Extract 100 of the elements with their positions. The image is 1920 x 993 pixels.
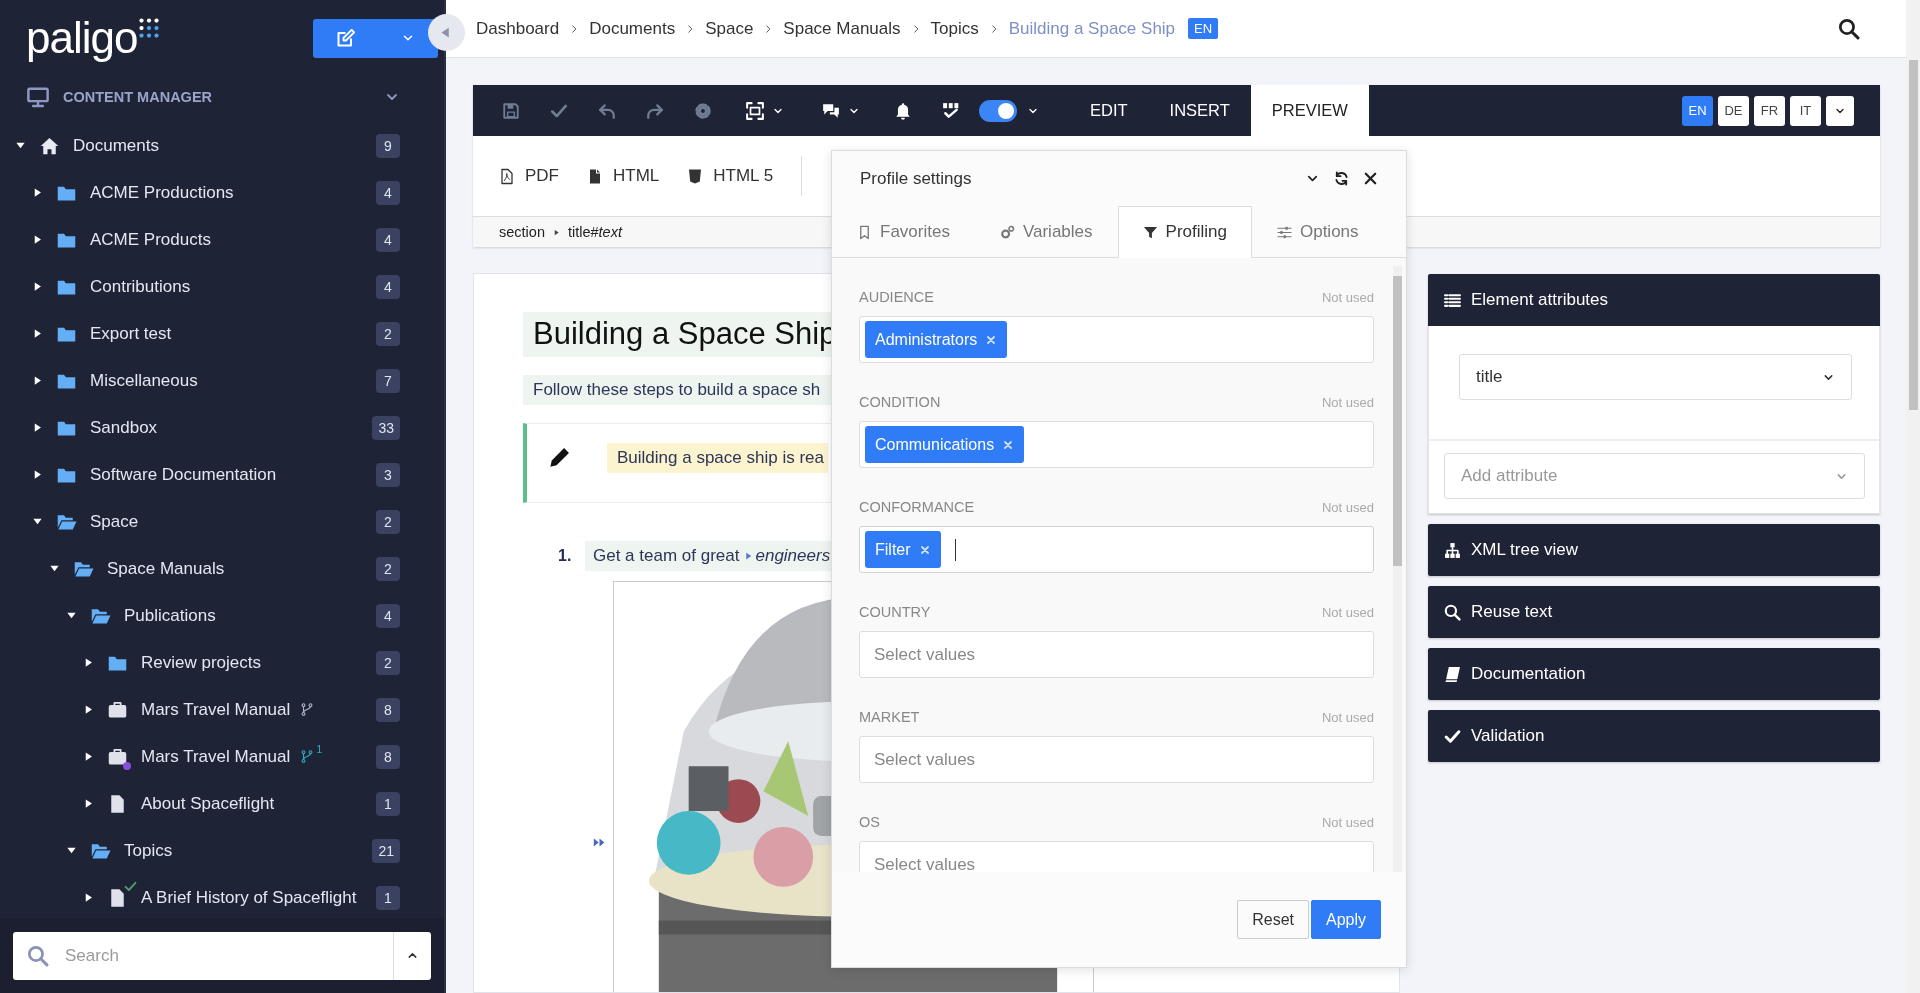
element-path-item[interactable]: title#text — [567, 224, 622, 240]
output-button[interactable]: HTML 5 — [687, 166, 774, 186]
bookmark-icon — [857, 224, 872, 240]
toggle-arrow-icon[interactable] — [66, 610, 77, 621]
count-badge: 2 — [376, 321, 400, 346]
language-button[interactable]: FR — [1754, 95, 1785, 126]
search-field[interactable]: Search — [13, 931, 393, 980]
tree-item[interactable]: Documents — [73, 135, 159, 156]
toggle-arrow-icon[interactable] — [32, 281, 43, 292]
toggle-arrow-icon[interactable] — [32, 516, 43, 527]
bell-icon — [894, 101, 912, 120]
toggle-arrow-icon[interactable] — [83, 798, 94, 809]
tag-input-field[interactable]: Communications — [859, 421, 1374, 468]
panel-header[interactable]: XML tree view — [1428, 524, 1880, 576]
toggle-arrow-icon[interactable] — [32, 422, 43, 433]
element-path-item[interactable]: section — [499, 224, 545, 240]
tree-item[interactable]: Mars Travel Manual — [141, 746, 291, 767]
panel-header[interactable]: Validation — [1428, 710, 1880, 762]
remove-icon[interactable] — [918, 543, 931, 556]
search-button[interactable] — [1838, 17, 1860, 40]
tag-input-field[interactable]: Filter — [859, 526, 1374, 573]
tag-input-field[interactable]: Select values — [859, 631, 1374, 678]
tree-item[interactable]: Space — [90, 511, 139, 532]
create-button[interactable] — [313, 18, 438, 58]
briefcase-icon — [107, 746, 128, 767]
gears-icon — [999, 224, 1015, 240]
language-button[interactable]: EN — [1682, 95, 1713, 126]
toggle-arrow-icon[interactable] — [15, 140, 26, 151]
triangle-left-icon — [438, 26, 452, 39]
language-menu-button[interactable] — [1826, 95, 1854, 126]
toggle-arrow-icon[interactable] — [83, 657, 94, 668]
close-icon[interactable] — [1363, 171, 1378, 186]
tag-input-field[interactable]: Select values — [859, 736, 1374, 783]
panel-header[interactable]: Element attributes — [1428, 274, 1880, 326]
tree-item[interactable]: Sandbox — [90, 417, 158, 438]
tree-item[interactable]: ACME Productions — [90, 182, 234, 203]
search-icon — [1444, 603, 1461, 621]
file-icon — [587, 167, 603, 185]
toggle-arrow-icon[interactable] — [83, 892, 94, 903]
toggle-arrow-icon[interactable] — [49, 563, 60, 574]
scrollbar[interactable] — [1393, 266, 1402, 872]
tree-item[interactable]: Publications — [124, 605, 216, 626]
output-button[interactable]: HTML — [587, 166, 660, 186]
breadcrumb-link[interactable]: Documents — [589, 18, 676, 39]
dialog-tab[interactable]: Profiling — [1117, 206, 1252, 258]
tree-item[interactable]: A Brief History of Spaceflight — [141, 887, 357, 908]
count-badge: 8 — [376, 744, 400, 769]
toggle-arrow-icon[interactable] — [32, 328, 43, 339]
tree-item[interactable]: Export test — [90, 323, 172, 344]
element-select[interactable]: title — [1459, 354, 1852, 400]
tree-item[interactable]: Mars Travel Manual — [141, 699, 291, 720]
scrollbar[interactable] — [1906, 0, 1920, 993]
language-badge: EN — [1188, 18, 1219, 39]
tree-item[interactable]: Contributions — [90, 276, 191, 297]
toggle-arrow-icon[interactable] — [66, 845, 77, 856]
count-badge: 9 — [376, 133, 400, 158]
dialog-tab[interactable]: Variables — [974, 206, 1118, 258]
toggle-arrow-icon[interactable] — [32, 375, 43, 386]
logo: paligo — [26, 16, 138, 60]
tag-input-field[interactable]: Administrators — [859, 316, 1374, 363]
toggle-arrow-icon[interactable] — [32, 469, 43, 480]
tree-item[interactable]: Software Documentation — [90, 464, 277, 485]
tree-item[interactable]: ACME Products — [90, 229, 211, 250]
field-status: Not used — [1321, 604, 1374, 620]
panel-header[interactable]: Documentation — [1428, 648, 1880, 700]
toggle-arrow-icon[interactable] — [83, 704, 94, 715]
toggle-switch[interactable] — [979, 99, 1017, 122]
tree-item[interactable]: Space Manuals — [107, 558, 225, 579]
breadcrumb-link[interactable]: Dashboard — [476, 18, 560, 39]
toggle-arrow-icon[interactable] — [32, 234, 43, 245]
remove-icon[interactable] — [1002, 438, 1015, 451]
editor-tab[interactable]: PREVIEW — [1250, 85, 1369, 136]
dialog-tab[interactable]: Options — [1251, 206, 1384, 258]
language-button[interactable]: IT — [1790, 95, 1821, 126]
panel-header[interactable]: Reuse text — [1428, 586, 1880, 638]
dialog-tab[interactable]: Favorites — [832, 206, 975, 258]
editor-tab[interactable]: INSERT — [1148, 85, 1251, 136]
toggle-arrow-icon[interactable] — [83, 751, 94, 762]
tree-item[interactable]: About Spaceflight — [141, 793, 275, 814]
monitor-icon — [27, 86, 49, 108]
breadcrumb-link[interactable]: Space — [705, 18, 754, 39]
editor-tab[interactable]: EDIT — [1069, 85, 1149, 136]
field-label: MARKET — [859, 709, 920, 725]
tree-item[interactable]: Review projects — [141, 652, 261, 673]
apply-button[interactable]: Apply — [1310, 900, 1381, 939]
reset-button[interactable]: Reset — [1237, 900, 1309, 939]
expand-button[interactable] — [393, 931, 431, 980]
language-button[interactable]: DE — [1718, 95, 1749, 126]
tree-item[interactable]: Miscellaneous — [90, 370, 198, 391]
marker-icon — [744, 550, 754, 562]
count-badge: 33 — [372, 415, 400, 440]
logo-dots-icon — [139, 18, 160, 38]
refresh-icon[interactable] — [1334, 171, 1349, 186]
remove-icon[interactable] — [985, 333, 998, 346]
tag-input-field[interactable]: Select values — [859, 841, 1374, 872]
breadcrumb-link[interactable]: Space Manuals — [783, 18, 901, 39]
toggle-arrow-icon[interactable] — [32, 187, 43, 198]
output-button[interactable]: PDF — [499, 166, 559, 186]
breadcrumb-link[interactable]: Topics — [930, 18, 979, 39]
tree-item[interactable]: Topics — [124, 840, 173, 861]
